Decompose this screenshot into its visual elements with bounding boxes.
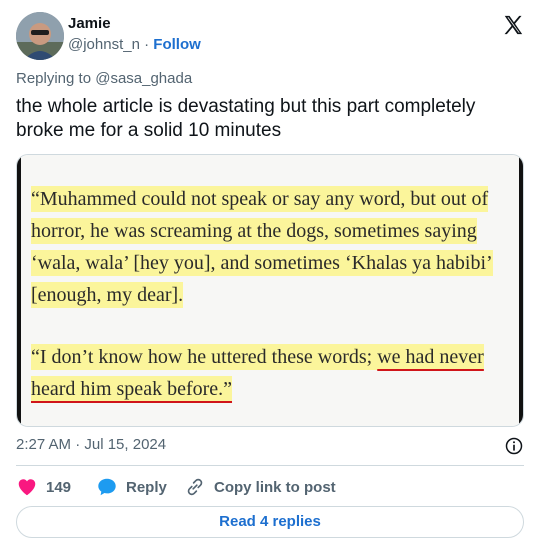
author-handle[interactable]: @johnst_n bbox=[68, 36, 140, 53]
reply-button[interactable]: Reply bbox=[96, 476, 167, 498]
avatar-photo bbox=[16, 12, 64, 60]
excerpt-paragraph-1: “Muhammed could not speak or say any wor… bbox=[31, 183, 503, 311]
media-border-left bbox=[17, 155, 21, 426]
divider bbox=[16, 465, 524, 466]
highlighted-quote-2: “I don’t know how he uttered these words… bbox=[31, 344, 378, 370]
tweet-header: Jamie @johnst_n · Follow bbox=[16, 12, 524, 62]
heart-icon bbox=[18, 479, 36, 496]
read-replies-button[interactable]: Read 4 replies bbox=[16, 506, 524, 538]
meta-separator: · bbox=[144, 36, 150, 53]
info-icon[interactable] bbox=[504, 436, 524, 456]
link-icon bbox=[187, 478, 203, 496]
replying-to-label: Replying to @sasa_ghada bbox=[16, 70, 193, 87]
timestamp-row: 2:27 AM · Jul 15, 2024 bbox=[16, 436, 524, 456]
copy-link-button[interactable]: Copy link to post bbox=[184, 476, 336, 498]
follow-button[interactable]: Follow bbox=[153, 36, 201, 53]
tweet-card: Jamie @johnst_n · Follow Replying to @sa… bbox=[0, 0, 540, 553]
highlighted-quote-1: “Muhammed could not speak or say any wor… bbox=[31, 186, 493, 308]
x-logo-icon[interactable] bbox=[502, 14, 524, 36]
author-name[interactable]: Jamie bbox=[68, 15, 111, 32]
copy-link-label: Copy link to post bbox=[214, 478, 336, 496]
action-bar: 149 Reply Copy link to post bbox=[16, 476, 524, 498]
excerpt-paragraph-2: “I don’t know how he uttered these words… bbox=[31, 341, 503, 405]
tweet-text: the whole article is devastating but thi… bbox=[16, 96, 476, 141]
like-button[interactable]: 149 bbox=[16, 476, 71, 498]
author-meta: @johnst_n · Follow bbox=[68, 36, 201, 53]
article-excerpt: “Muhammed could not speak or say any wor… bbox=[21, 155, 519, 426]
speech-bubble-icon bbox=[98, 478, 116, 496]
reply-label: Reply bbox=[126, 478, 167, 496]
media-border-right bbox=[519, 155, 523, 426]
like-count: 149 bbox=[46, 478, 72, 496]
timestamp[interactable]: 2:27 AM · Jul 15, 2024 bbox=[16, 436, 166, 453]
tweet-media-image[interactable]: “Muhammed could not speak or say any wor… bbox=[16, 154, 524, 427]
avatar[interactable] bbox=[16, 12, 64, 60]
